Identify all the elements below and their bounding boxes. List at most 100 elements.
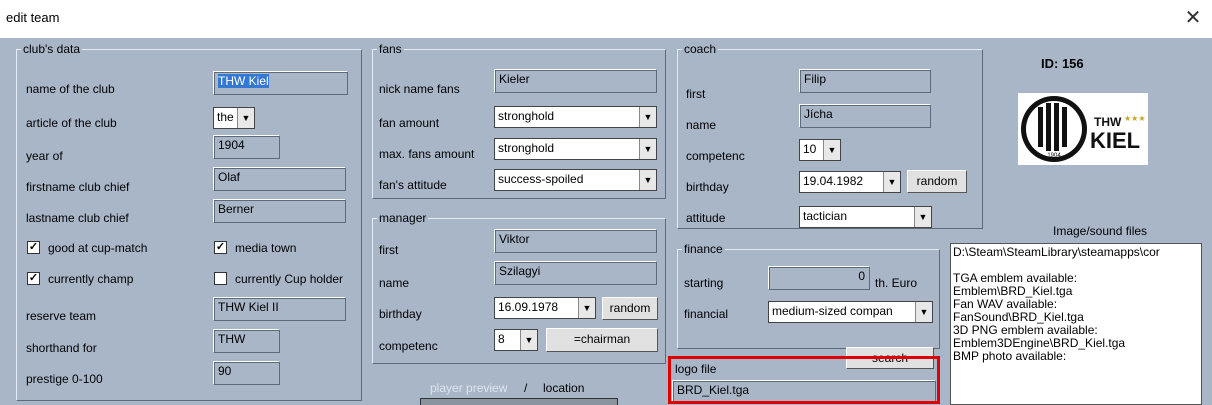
prestige-label: prestige 0-100 (26, 372, 103, 386)
manager-group-label: manager (377, 211, 429, 225)
club-name-label: name of the club (26, 82, 115, 96)
logo-year: 1904 (1047, 153, 1061, 159)
coach-name-field[interactable]: Jícha (799, 104, 931, 128)
coach-attitude-value: tactician (803, 209, 848, 223)
shorthand-label: shorthand for (26, 341, 97, 355)
max-fans-select[interactable]: stronghold ▼ (494, 138, 657, 160)
financial-label: financial (684, 307, 729, 321)
media-town-label: media town (235, 241, 297, 255)
finance-group: finance (677, 242, 940, 349)
chief-first-label: firstname club chief (26, 180, 130, 194)
player-preview-tab[interactable]: player preview (430, 381, 507, 395)
coach-group-label: coach (682, 42, 719, 56)
manager-birthday-label: birthday (379, 307, 422, 321)
champ-checkbox[interactable]: ✓ (27, 272, 40, 285)
chevron-down-icon[interactable]: ▼ (639, 107, 656, 127)
chevron-down-icon[interactable]: ▼ (237, 108, 254, 128)
manager-birthday-select[interactable]: 16.09.1978 ▼ (494, 297, 596, 319)
media-town-checkbox[interactable]: ✓ (214, 241, 227, 254)
chevron-down-icon[interactable]: ▼ (915, 302, 932, 322)
chief-first-field[interactable]: Olaf (213, 167, 346, 191)
cup-holder-checkbox[interactable] (214, 272, 227, 285)
manager-name-label: name (379, 276, 410, 290)
fan-attitude-select[interactable]: success-spoiled ▼ (494, 169, 657, 191)
club-article-label: article of the club (26, 116, 117, 130)
manager-name-field[interactable]: Szilagyi (494, 261, 657, 285)
preview-area (420, 398, 618, 405)
svg-text:★★★: ★★★ (1124, 114, 1146, 123)
fan-amount-label: fan amount (379, 116, 440, 130)
financial-value: medium-sized compan (772, 304, 893, 318)
file-info-line: BMP photo available: (953, 349, 1067, 363)
coach-name-label: name (686, 118, 717, 132)
club-year-field[interactable]: 1904 (213, 135, 280, 159)
chevron-down-icon[interactable]: ▼ (578, 298, 595, 318)
starting-unit: th. Euro (875, 276, 918, 290)
fans-group-label: fans (377, 42, 404, 56)
fans-nick-label: nick name fans (379, 82, 460, 96)
club-name-field[interactable]: THW Kiel (213, 71, 348, 95)
financial-select[interactable]: medium-sized compan ▼ (768, 301, 933, 323)
manager-first-label: first (379, 243, 399, 257)
manager-first-field[interactable]: Viktor (494, 229, 657, 253)
max-fans-value: stronghold (498, 141, 555, 155)
fan-amount-select[interactable]: stronghold ▼ (494, 106, 657, 128)
prestige-field[interactable]: 90 (213, 361, 280, 385)
coach-attitude-label: attitude (686, 211, 726, 225)
file-info-line: D:\Steam\SteamLibrary\steamapps\cor (953, 245, 1160, 259)
coach-first-label: first (686, 87, 706, 101)
club-year-label: year of (26, 149, 63, 163)
club-article-value: the (217, 110, 234, 124)
team-id: ID: 156 (1041, 56, 1084, 71)
fan-amount-value: stronghold (498, 109, 555, 123)
coach-birthday-select[interactable]: 19.04.1982 ▼ (799, 171, 901, 193)
coach-random-button[interactable]: random (907, 170, 967, 193)
club-article-select[interactable]: the ▼ (213, 107, 255, 129)
reserve-field[interactable]: THW Kiel II (213, 297, 346, 321)
coach-attitude-select[interactable]: tactician ▼ (799, 206, 932, 228)
files-info-list[interactable]: D:\Steam\SteamLibrary\steamapps\cor TGA … (950, 243, 1202, 405)
chairman-button[interactable]: =chairman (546, 328, 658, 352)
shorthand-field[interactable]: THW (213, 329, 280, 353)
coach-birthday-label: birthday (686, 180, 729, 194)
club-data-group-label: club's data (21, 42, 82, 56)
chief-last-field[interactable]: Berner (213, 199, 346, 223)
manager-random-button[interactable]: random (602, 297, 658, 320)
coach-comp-label: competenc (686, 149, 745, 163)
champ-label: currently champ (48, 272, 134, 286)
preview-separator: / (524, 381, 528, 395)
chief-last-label: lastname club chief (26, 211, 129, 225)
fan-attitude-value: success-spoiled (498, 172, 584, 186)
chevron-down-icon[interactable]: ▼ (914, 207, 931, 227)
fans-nick-field[interactable]: Kieler (494, 69, 657, 93)
club-name-value: THW Kiel (218, 74, 269, 88)
logo-thw: THW (1094, 115, 1122, 129)
fan-attitude-label: fan's attitude (379, 178, 447, 192)
thw-kiel-logo-icon: 1904 THW ★★★ KIEL (1021, 96, 1146, 162)
location-tab[interactable]: location (543, 381, 584, 395)
manager-comp-label: competenc (379, 339, 438, 353)
coach-first-field[interactable]: Filip (799, 69, 931, 93)
starting-label: starting (684, 276, 724, 290)
logo-file-highlight (668, 356, 940, 404)
manager-comp-select[interactable]: 8 ▼ (494, 329, 538, 351)
coach-birthday-value: 19.04.1982 (803, 174, 864, 188)
manager-birthday-value: 16.09.1978 (498, 300, 559, 314)
logo-kiel: KIEL (1090, 128, 1140, 153)
files-label: Image/sound files (1053, 224, 1148, 238)
chevron-down-icon[interactable]: ▼ (520, 330, 537, 350)
coach-comp-value: 10 (803, 142, 817, 156)
coach-comp-select[interactable]: 10 ▼ (799, 139, 841, 161)
cup-holder-label: currently Cup holder (235, 272, 344, 286)
manager-comp-value: 8 (498, 332, 505, 346)
window-title: edit team (6, 10, 60, 25)
chevron-down-icon[interactable]: ▼ (883, 172, 900, 192)
chevron-down-icon[interactable]: ▼ (639, 139, 656, 159)
title-bar: edit team ✕ (0, 0, 1212, 36)
starting-field[interactable]: 0 (768, 266, 870, 290)
cup-match-checkbox[interactable]: ✓ (27, 241, 40, 254)
chevron-down-icon[interactable]: ▼ (639, 170, 656, 190)
chevron-down-icon[interactable]: ▼ (823, 140, 840, 160)
close-icon[interactable]: ✕ (1180, 6, 1206, 30)
cup-match-label: good at cup-match (48, 241, 148, 255)
